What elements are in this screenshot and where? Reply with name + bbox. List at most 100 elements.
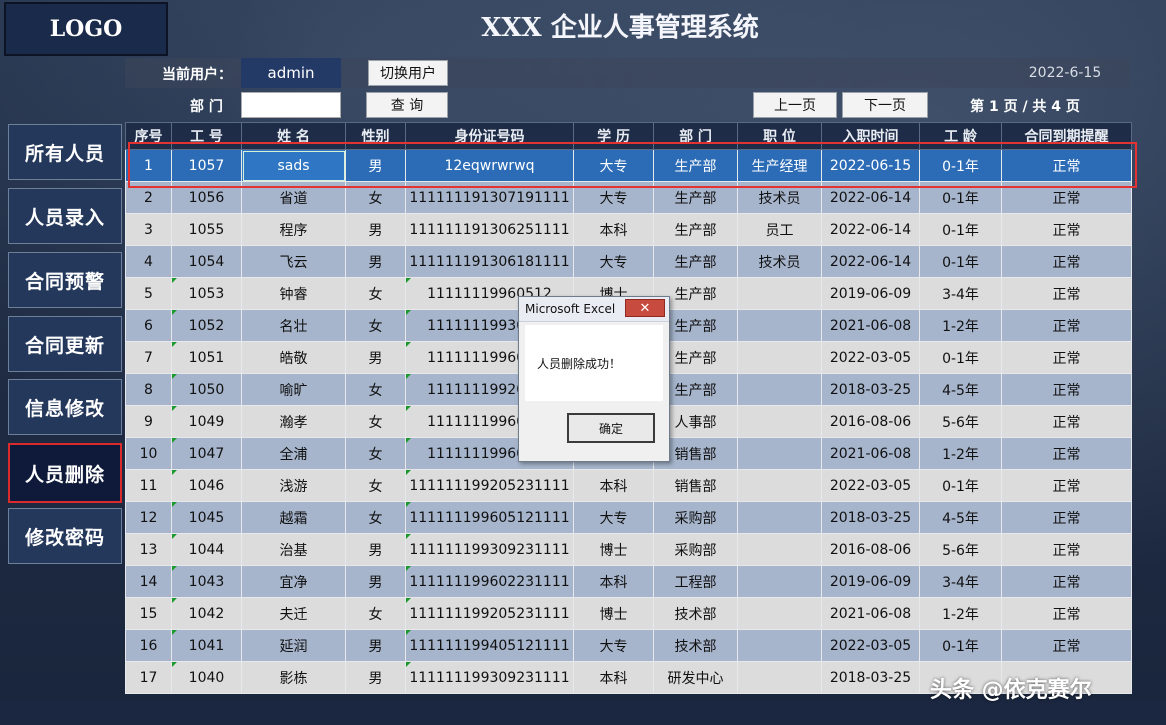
nav-change-password[interactable]: 修改密码 (8, 508, 122, 564)
table-cell[interactable]: 11 (125, 469, 172, 502)
table-cell[interactable]: 正常 (1001, 629, 1132, 662)
table-cell[interactable]: 员工 (737, 213, 822, 246)
table-cell[interactable]: 12 (125, 501, 172, 534)
table-cell[interactable]: 1049 (171, 405, 242, 438)
table-cell[interactable] (737, 501, 822, 534)
table-cell[interactable]: 大专 (573, 629, 654, 662)
table-cell[interactable]: 111111199309231111 (405, 533, 574, 566)
table-cell[interactable]: 女 (345, 501, 406, 534)
nav-all-staff[interactable]: 所有人员 (8, 124, 122, 180)
table-cell[interactable]: 8 (125, 373, 172, 406)
table-cell[interactable] (737, 661, 822, 694)
table-cell[interactable]: 正常 (1001, 437, 1132, 470)
table-cell[interactable]: 喻旷 (241, 373, 346, 406)
table-cell[interactable]: 111111199602231111 (405, 565, 574, 598)
table-cell[interactable]: 1-2年 (919, 437, 1002, 470)
table-cell[interactable]: 1-2年 (919, 597, 1002, 630)
table-cell[interactable] (737, 341, 822, 374)
table-cell[interactable]: 4 (125, 245, 172, 278)
table-cell[interactable]: 2022-06-14 (821, 181, 920, 214)
table-cell[interactable]: 男 (345, 565, 406, 598)
prev-page-button[interactable]: 上一页 (753, 92, 837, 118)
table-cell[interactable] (737, 309, 822, 342)
table-cell[interactable]: 3-4年 (919, 277, 1002, 310)
table-cell[interactable]: 生产部 (653, 181, 738, 214)
table-cell[interactable]: 7 (125, 341, 172, 374)
table-cell[interactable]: 女 (345, 469, 406, 502)
table-row-selected[interactable]: 1 1057 sads 男 12eqwrwrwq 大专 生产部 生产经理 2022-06-15 0… (125, 149, 1132, 182)
table-cell[interactable]: 1044 (171, 533, 242, 566)
table-row[interactable]: 14 1043 宜净 男 111111199602231111 本科 工程部 2019-06-… (125, 565, 1132, 598)
table-cell[interactable]: 1046 (171, 469, 242, 502)
table-cell[interactable]: 2022-03-05 (821, 469, 920, 502)
table-cell[interactable]: 1042 (171, 597, 242, 630)
table-cell[interactable]: 4-5年 (919, 373, 1002, 406)
table-cell[interactable]: 本科 (573, 213, 654, 246)
table-cell[interactable]: 研发中心 (653, 661, 738, 694)
table-cell[interactable]: 1045 (171, 501, 242, 534)
table-row[interactable]: 16 1041 延润 男 111111199405121111 大专 技术部 2022-03-… (125, 629, 1132, 662)
table-cell[interactable]: 0-1年 (919, 213, 1002, 246)
table-cell[interactable] (737, 405, 822, 438)
table-cell[interactable]: 销售部 (653, 469, 738, 502)
table-cell[interactable]: 111111191307191111 (405, 181, 574, 214)
table-cell[interactable]: 博士 (573, 533, 654, 566)
table-cell[interactable]: 正常 (1001, 277, 1132, 310)
table-cell[interactable]: 大专 (573, 245, 654, 278)
table-cell[interactable]: 0-1年 (919, 469, 1002, 502)
table-cell[interactable]: 工程部 (653, 565, 738, 598)
table-row[interactable]: 15 1042 夫迁 女 111111199205231111 博士 技术部 2021-06-… (125, 597, 1132, 630)
table-cell[interactable]: 2019-06-09 (821, 565, 920, 598)
table-cell[interactable]: 男 (345, 149, 406, 182)
table-cell[interactable] (737, 533, 822, 566)
table-cell[interactable]: 2016-08-06 (821, 533, 920, 566)
nav-info-edit[interactable]: 信息修改 (8, 379, 122, 435)
table-cell[interactable] (737, 629, 822, 662)
table-cell[interactable]: 男 (345, 533, 406, 566)
table-cell[interactable]: 女 (345, 277, 406, 310)
switch-user-button[interactable]: 切换用户 (368, 60, 448, 86)
table-cell[interactable]: 15 (125, 597, 172, 630)
table-cell[interactable]: 正常 (1001, 309, 1132, 342)
table-cell[interactable]: 2018-03-25 (821, 501, 920, 534)
table-cell[interactable]: 正常 (1001, 149, 1132, 182)
table-cell[interactable]: 5-6年 (919, 533, 1002, 566)
table-cell[interactable]: 2021-06-08 (821, 597, 920, 630)
nav-contract-update[interactable]: 合同更新 (8, 316, 122, 372)
table-cell[interactable]: 夫迁 (241, 597, 346, 630)
table-cell[interactable]: 111111199405121111 (405, 629, 574, 662)
table-cell[interactable] (737, 565, 822, 598)
table-cell[interactable]: 1057 (171, 149, 242, 182)
table-cell[interactable] (737, 277, 822, 310)
table-cell[interactable]: 越霜 (241, 501, 346, 534)
table-cell[interactable]: 技术部 (653, 597, 738, 630)
table-cell[interactable]: 程序 (241, 213, 346, 246)
table-cell[interactable]: 111111191306181111 (405, 245, 574, 278)
table-cell[interactable]: 17 (125, 661, 172, 694)
table-cell[interactable]: 111111199605121111 (405, 501, 574, 534)
table-cell[interactable]: 采购部 (653, 533, 738, 566)
table-cell[interactable]: 正常 (1001, 501, 1132, 534)
table-cell[interactable]: 全浦 (241, 437, 346, 470)
table-cell[interactable]: 女 (345, 405, 406, 438)
table-cell[interactable]: 生产部 (653, 149, 738, 182)
table-cell[interactable]: 2022-06-14 (821, 245, 920, 278)
table-cell[interactable]: 正常 (1001, 373, 1132, 406)
table-cell[interactable]: 女 (345, 437, 406, 470)
table-cell[interactable]: 10 (125, 437, 172, 470)
table-row[interactable]: 3 1055 程序 男 111111191306251111 本科 生产部 员工 2022-06… (125, 213, 1132, 246)
table-cell[interactable]: 0-1年 (919, 149, 1002, 182)
nav-contract-warning[interactable]: 合同预警 (8, 252, 122, 308)
table-cell[interactable]: 0-1年 (919, 341, 1002, 374)
department-input[interactable] (241, 92, 341, 118)
table-cell[interactable]: 生产部 (653, 245, 738, 278)
table-cell[interactable]: 2016-08-06 (821, 405, 920, 438)
table-cell[interactable]: 博士 (573, 597, 654, 630)
table-cell[interactable]: 2021-06-08 (821, 309, 920, 342)
table-cell[interactable]: 本科 (573, 661, 654, 694)
table-cell[interactable]: 1053 (171, 277, 242, 310)
table-cell[interactable]: 3-4年 (919, 565, 1002, 598)
table-cell[interactable]: 正常 (1001, 565, 1132, 598)
table-cell[interactable]: 3 (125, 213, 172, 246)
table-cell[interactable]: 宜净 (241, 565, 346, 598)
